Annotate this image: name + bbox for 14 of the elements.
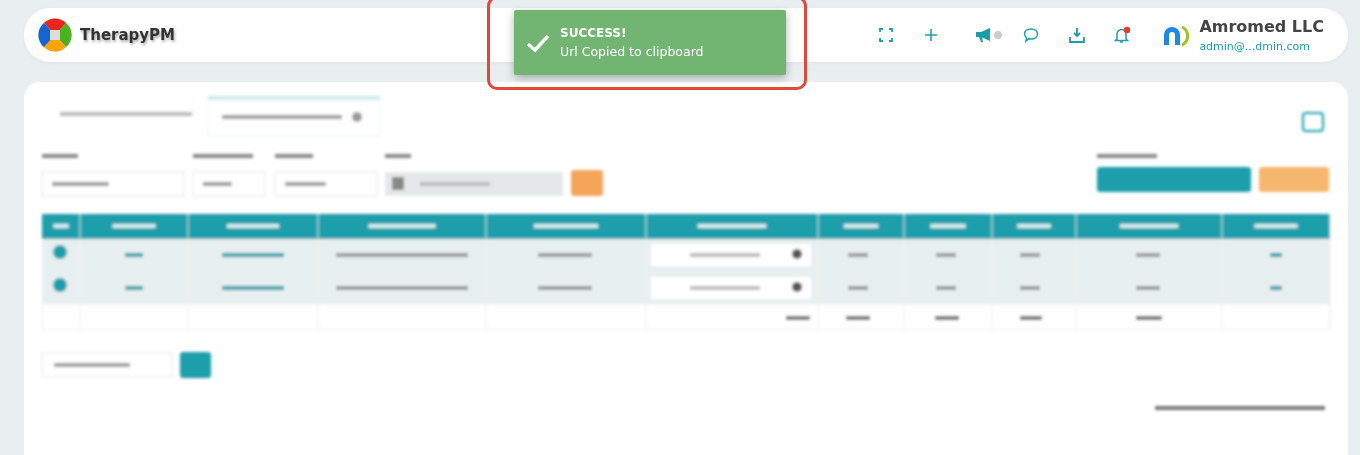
- toast-message: Url Copied to clipboard: [560, 44, 704, 59]
- logo-icon: [38, 18, 72, 52]
- plus-icon[interactable]: [924, 28, 939, 42]
- download-icon[interactable]: [1069, 27, 1086, 43]
- brand-name: TherapyPM: [80, 26, 176, 44]
- bell-icon[interactable]: [1113, 26, 1132, 44]
- check-icon: [526, 32, 550, 53]
- company-logo-icon: [1161, 23, 1190, 47]
- fullscreen-icon[interactable]: [879, 28, 894, 42]
- company-name: Amromed LLC: [1199, 17, 1324, 36]
- chat-icon[interactable]: [1023, 27, 1040, 43]
- megaphone-icon[interactable]: [975, 27, 1004, 43]
- user-email: admin@...dmin.com: [1199, 40, 1312, 53]
- toast-title: SUCCESS!: [560, 26, 628, 40]
